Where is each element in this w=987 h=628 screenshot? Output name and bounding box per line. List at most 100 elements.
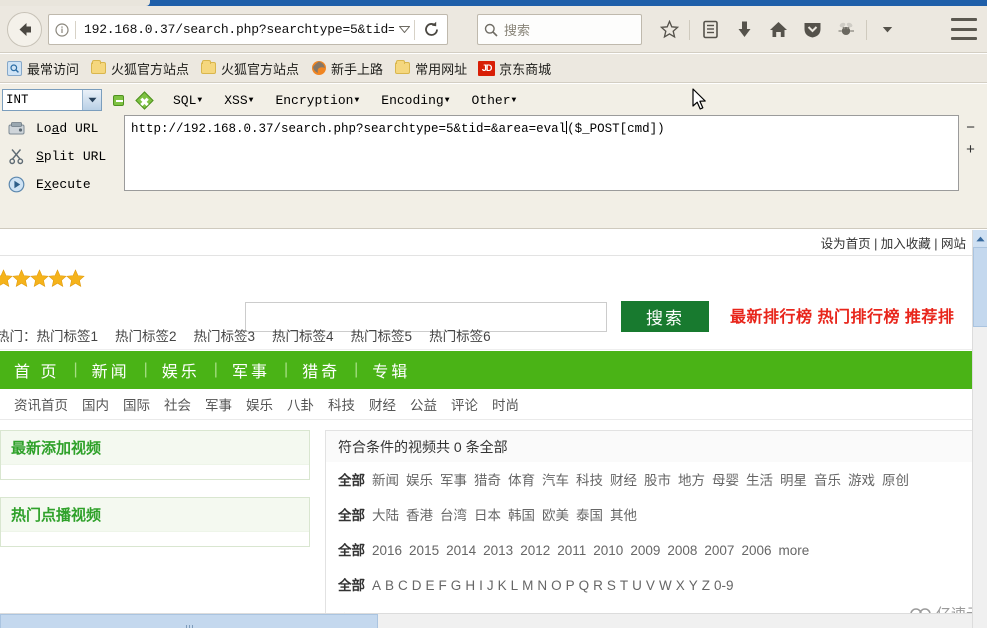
filter-item[interactable]: M bbox=[522, 578, 533, 593]
filter-item[interactable]: 明星 bbox=[780, 469, 807, 489]
filter-item[interactable]: S bbox=[607, 578, 616, 593]
filter-item[interactable]: 2008 bbox=[667, 543, 697, 558]
library-icon[interactable] bbox=[693, 14, 727, 45]
filter-item[interactable]: U bbox=[632, 578, 642, 593]
hot-tag-item[interactable]: 热门标签2 bbox=[115, 325, 177, 345]
filter-item[interactable]: D bbox=[412, 578, 422, 593]
url-bar[interactable]: 192.168.0.37/search.php?searchtype=5&tid… bbox=[48, 14, 448, 45]
filter-item[interactable]: H bbox=[465, 578, 475, 593]
nav-item-military[interactable]: 军事 bbox=[232, 358, 270, 382]
reload-button[interactable] bbox=[415, 21, 447, 38]
filter-item[interactable]: O bbox=[551, 578, 562, 593]
filter-item[interactable]: 新闻 bbox=[372, 469, 399, 489]
filter-item[interactable]: 2007 bbox=[704, 543, 734, 558]
filter-item[interactable]: Z bbox=[702, 578, 710, 593]
filter-item[interactable]: 音乐 bbox=[814, 469, 841, 489]
url-history-caret-icon[interactable] bbox=[394, 26, 414, 33]
filter-item[interactable]: 香港 bbox=[406, 504, 433, 524]
filter-item[interactable]: T bbox=[620, 578, 628, 593]
pocket-icon[interactable] bbox=[795, 14, 829, 45]
filter-item[interactable]: A bbox=[372, 578, 381, 593]
hackbar-zoom-plus[interactable]: + bbox=[966, 140, 984, 162]
filter-item[interactable]: 体育 bbox=[508, 469, 535, 489]
nav-item-curiosity[interactable]: 猎奇 bbox=[302, 358, 340, 382]
filter-item[interactable]: 2006 bbox=[741, 543, 771, 558]
browser-search-box[interactable]: 搜索 bbox=[477, 14, 642, 45]
filter-item[interactable]: 欧美 bbox=[542, 504, 569, 524]
bookmark-item-jd[interactable]: JD 京东商城 bbox=[478, 59, 551, 78]
hot-tag-item[interactable]: 热门标签1 bbox=[37, 325, 99, 345]
filter-item[interactable]: 0-9 bbox=[714, 578, 734, 593]
filter-item[interactable]: 台湾 bbox=[440, 504, 467, 524]
filter-item-more[interactable]: more bbox=[779, 543, 810, 558]
page-vertical-scrollbar[interactable] bbox=[972, 230, 987, 628]
execute-button[interactable]: Execute bbox=[0, 170, 124, 198]
hackbar-url-textarea[interactable]: http://192.168.0.37/search.php?searchtyp… bbox=[124, 115, 959, 191]
filter-item[interactable]: I bbox=[479, 578, 483, 593]
home-icon[interactable] bbox=[761, 14, 795, 45]
load-url-button[interactable]: Load URL bbox=[0, 114, 124, 142]
hackbar-plus-button[interactable] bbox=[135, 90, 154, 110]
nav-item-news[interactable]: 新闻 bbox=[92, 358, 130, 382]
bookmark-item-getting-started[interactable]: 新手上路 bbox=[310, 59, 383, 78]
filter-item[interactable]: 2015 bbox=[409, 543, 439, 558]
bookmark-item-most-visited[interactable]: 最常访问 bbox=[6, 59, 79, 78]
filter-item[interactable]: E bbox=[426, 578, 435, 593]
filter-item[interactable]: 泰国 bbox=[576, 504, 603, 524]
filter-item[interactable]: 科技 bbox=[576, 469, 603, 489]
hackbar-zoom-minus[interactable]: − bbox=[966, 118, 984, 140]
filter-item[interactable]: 汽车 bbox=[542, 469, 569, 489]
bookmark-star-icon[interactable] bbox=[652, 14, 686, 45]
subnav-item-6[interactable]: 八卦 bbox=[287, 394, 314, 414]
overflow-caret-icon[interactable] bbox=[870, 14, 904, 45]
filter-item[interactable]: 生活 bbox=[746, 469, 773, 489]
hot-tag-item[interactable]: 热门标签4 bbox=[272, 325, 334, 345]
filter-item[interactable]: R bbox=[593, 578, 603, 593]
subnav-item-2[interactable]: 国际 bbox=[123, 394, 150, 414]
filter-item[interactable]: J bbox=[487, 578, 494, 593]
filter-item[interactable]: W bbox=[659, 578, 672, 593]
filter-item[interactable]: Y bbox=[689, 578, 698, 593]
subnav-item-4[interactable]: 军事 bbox=[205, 394, 232, 414]
hackbar-bug-icon[interactable] bbox=[829, 14, 863, 45]
filter-item[interactable]: P bbox=[566, 578, 575, 593]
filter-item[interactable]: 2013 bbox=[483, 543, 513, 558]
filter-item[interactable]: 猎奇 bbox=[474, 469, 501, 489]
subnav-item-1[interactable]: 国内 bbox=[82, 394, 109, 414]
filter-item[interactable]: K bbox=[498, 578, 507, 593]
filter-item[interactable]: C bbox=[398, 578, 408, 593]
scroll-up-arrow-icon[interactable] bbox=[973, 230, 987, 247]
hackbar-menu-encoding[interactable]: Encoding▼ bbox=[381, 93, 449, 108]
filter-item[interactable]: 2009 bbox=[630, 543, 660, 558]
filter-item[interactable]: 股市 bbox=[644, 469, 671, 489]
hackbar-menu-sql[interactable]: SQL▼ bbox=[173, 93, 202, 108]
filter-item[interactable]: 2011 bbox=[557, 543, 586, 558]
downloads-icon[interactable] bbox=[727, 14, 761, 45]
filter-item[interactable]: X bbox=[676, 578, 685, 593]
nav-item-entertainment[interactable]: 娱乐 bbox=[162, 358, 200, 382]
filter-item[interactable]: G bbox=[451, 578, 462, 593]
nav-item-album[interactable]: 专辑 bbox=[372, 358, 410, 382]
filter-all[interactable]: 全部 bbox=[338, 504, 365, 524]
nav-item-home[interactable]: 首 页 bbox=[14, 358, 59, 382]
browser-search-placeholder[interactable]: 搜索 bbox=[504, 20, 530, 39]
filter-all[interactable]: 全部 bbox=[338, 539, 365, 559]
vertical-scroll-thumb[interactable] bbox=[973, 247, 987, 327]
subnav-item-0[interactable]: 资讯首页 bbox=[14, 394, 68, 414]
filter-item[interactable]: 母婴 bbox=[712, 469, 739, 489]
filter-item[interactable]: V bbox=[646, 578, 655, 593]
filter-item[interactable]: 娱乐 bbox=[406, 469, 433, 489]
filter-all[interactable]: 全部 bbox=[338, 469, 365, 489]
filter-item[interactable]: 2012 bbox=[520, 543, 550, 558]
subnav-item-10[interactable]: 评论 bbox=[451, 394, 478, 414]
filter-all[interactable]: 全部 bbox=[338, 574, 365, 594]
hackbar-minus-button[interactable] bbox=[113, 94, 124, 106]
hackbar-type-select[interactable]: INT bbox=[2, 89, 102, 111]
url-text[interactable]: 192.168.0.37/search.php?searchtype=5&tid… bbox=[76, 22, 394, 37]
hot-tag-item[interactable]: 热门标签5 bbox=[351, 325, 413, 345]
hamburger-menu-icon[interactable] bbox=[951, 18, 977, 40]
filter-item[interactable]: 军事 bbox=[440, 469, 467, 489]
subnav-item-5[interactable]: 娱乐 bbox=[246, 394, 273, 414]
bookmark-item-common-sites[interactable]: 常用网址 bbox=[394, 59, 467, 78]
filter-item[interactable]: 财经 bbox=[610, 469, 637, 489]
